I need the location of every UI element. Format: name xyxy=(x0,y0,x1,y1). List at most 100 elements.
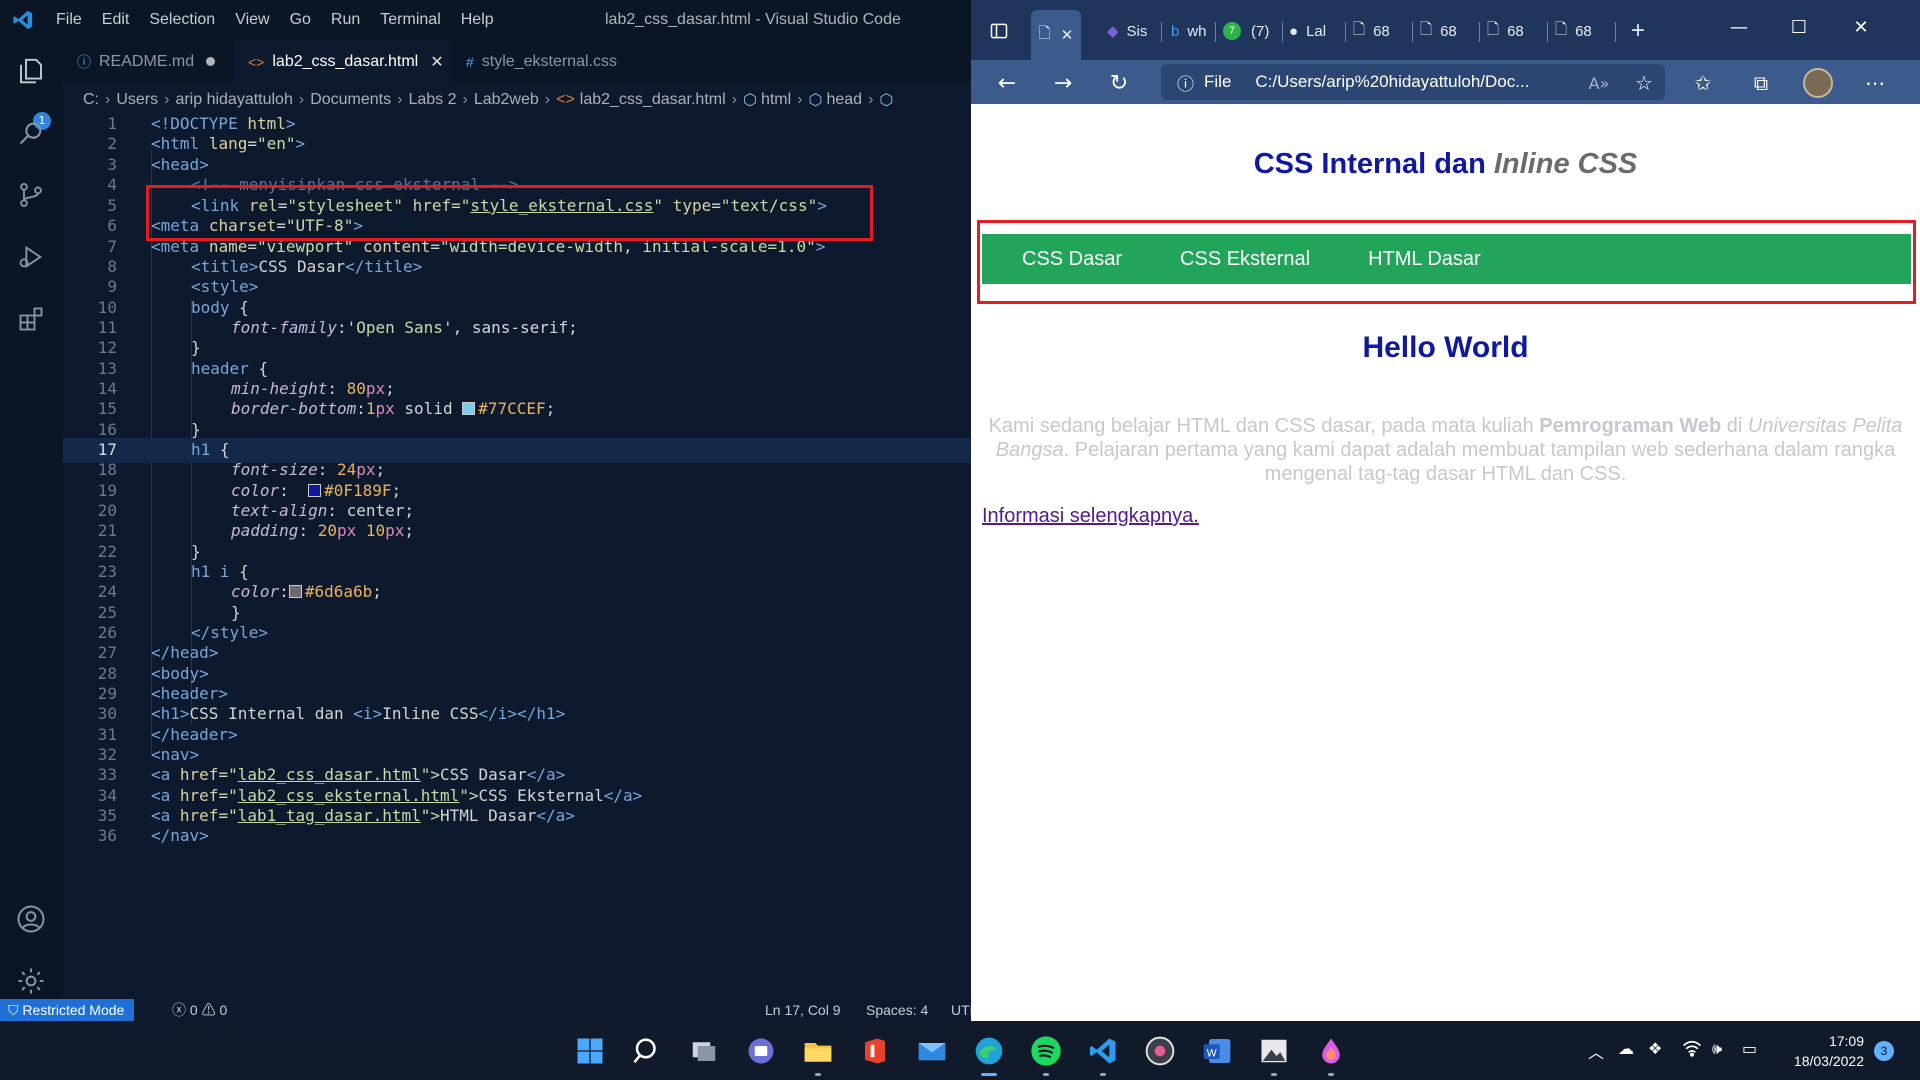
menu-run[interactable]: Run xyxy=(321,0,370,40)
svg-text:W: W xyxy=(1207,1047,1218,1059)
account-icon[interactable] xyxy=(12,900,50,938)
tab-separator xyxy=(1215,22,1216,42)
close-window-icon[interactable]: ✕ xyxy=(1833,0,1889,55)
onedrive-icon[interactable]: ☁ xyxy=(1618,1039,1634,1058)
breadcrumb-item[interactable]: Labs 2 xyxy=(408,91,456,109)
tab-github[interactable]: ● Lal xyxy=(1289,14,1343,48)
photos-icon[interactable] xyxy=(1254,1031,1294,1071)
maximize-icon[interactable]: ☐ xyxy=(1771,0,1827,55)
wifi-icon[interactable] xyxy=(1682,1039,1702,1061)
mail-icon[interactable] xyxy=(912,1031,952,1071)
profile-avatar[interactable] xyxy=(1800,66,1836,100)
more-menu-icon[interactable]: ⋯ xyxy=(1857,66,1893,100)
file-explorer-icon[interactable] xyxy=(798,1031,838,1071)
tab-sis[interactable]: ◆ Sis xyxy=(1107,14,1157,48)
symbol-icon: ⬡ xyxy=(808,92,823,109)
forward-arrow-icon[interactable]: → xyxy=(1045,66,1081,100)
tab-lab2-css-dasar[interactable]: <> lab2_css_dasar.html ✕ xyxy=(234,40,452,83)
search-icon[interactable] xyxy=(12,114,50,152)
html-file-icon: <> xyxy=(556,91,575,108)
whatsapp-icon: 7 xyxy=(1223,22,1241,40)
menu-terminal[interactable]: Terminal xyxy=(370,0,450,40)
more-info-link[interactable]: Informasi selengkapnya. xyxy=(982,505,1199,528)
add-favorite-icon[interactable]: ☆ xyxy=(1626,66,1662,100)
tab-readme[interactable]: ⓘ README.md xyxy=(63,40,234,83)
running-indicator xyxy=(1328,1073,1334,1076)
page-title: CSS Internal dan Inline CSS xyxy=(1253,148,1638,180)
office-icon[interactable] xyxy=(855,1031,895,1071)
teams-chat-icon[interactable] xyxy=(741,1031,781,1071)
clock[interactable]: 17:09 18/03/2022 xyxy=(1784,1031,1864,1071)
explorer-icon[interactable] xyxy=(12,52,50,90)
breadcrumb-item[interactable]: C: xyxy=(83,91,99,109)
menu-view[interactable]: View xyxy=(225,0,279,40)
page-heading: Hello World xyxy=(1362,331,1529,364)
media-player-icon[interactable] xyxy=(1140,1031,1180,1071)
windows-start-icon[interactable] xyxy=(570,1031,610,1071)
menu-go[interactable]: Go xyxy=(280,0,321,40)
notification-badge[interactable]: 3 xyxy=(1874,1041,1894,1061)
breadcrumb-item[interactable]: lab2_css_dasar.html xyxy=(580,91,726,109)
menu-file[interactable]: File xyxy=(46,0,92,40)
code-editor[interactable]: 1 <!DOCTYPE html> 2 <html lang="en"> 3 <hea… xyxy=(63,114,971,999)
color-swatch[interactable] xyxy=(462,402,476,415)
breadcrumb-item[interactable]: Documents xyxy=(310,91,391,109)
breadcrumb-item[interactable]: Users xyxy=(116,91,158,109)
tab-style-eksternal[interactable]: # style_eksternal.css xyxy=(452,40,642,83)
page-paragraph: Kami sedang belajar HTML dan CSS dasar, … xyxy=(988,415,1903,485)
close-icon[interactable]: ✕ xyxy=(1061,26,1074,44)
tab-page-68-c[interactable]: 🗋 68 xyxy=(1487,14,1539,48)
indentation[interactable]: Spaces: 4 xyxy=(866,999,928,1021)
running-indicator xyxy=(1271,1073,1277,1076)
dropbox-icon[interactable]: ❖ xyxy=(1648,1039,1662,1058)
favorites-icon[interactable]: ✩ xyxy=(1685,66,1721,100)
color-swatch[interactable] xyxy=(308,484,322,497)
tab-actions-icon[interactable] xyxy=(981,14,1017,48)
menu-selection[interactable]: Selection xyxy=(139,0,225,40)
minimize-icon[interactable]: — xyxy=(1711,0,1767,55)
battery-icon[interactable]: ▭ xyxy=(1742,1039,1757,1058)
encoding[interactable]: UTF xyxy=(951,999,971,1021)
refresh-icon[interactable]: ↻ xyxy=(1101,66,1137,100)
extensions-icon[interactable] xyxy=(12,300,50,338)
tab-label: lab2_css_dasar.html xyxy=(272,52,419,70)
tab-separator xyxy=(1615,22,1616,42)
vscode-taskbar-icon[interactable] xyxy=(1083,1031,1123,1071)
run-debug-icon[interactable] xyxy=(12,238,50,276)
tab-page-68-a[interactable]: 🗋 68 xyxy=(1353,14,1405,48)
chevron-right-icon: › xyxy=(797,91,803,108)
tab-whatsapp[interactable]: 7 (7) xyxy=(1223,14,1281,48)
tab-page-68-d[interactable]: 🗋 68 xyxy=(1555,14,1607,48)
problems-indicator[interactable]: ⓧ 0 ⚠ 0 xyxy=(172,999,227,1021)
tab-separator xyxy=(1412,22,1413,42)
edge-browser-icon[interactable] xyxy=(969,1031,1009,1071)
spotify-icon[interactable] xyxy=(1026,1031,1066,1071)
back-arrow-icon[interactable]: ← xyxy=(989,66,1025,100)
cursor-position[interactable]: Ln 17, Col 9 xyxy=(765,999,841,1021)
tab-active-page[interactable]: 🗋 ✕ xyxy=(1031,10,1081,60)
menu-edit[interactable]: Edit xyxy=(92,0,140,40)
chevron-up-icon[interactable]: ︿ xyxy=(1588,1039,1604,1063)
tab-separator xyxy=(1479,22,1480,42)
restricted-mode-indicator[interactable]: ⛉ Restricted Mode xyxy=(0,999,135,1021)
paint-icon[interactable] xyxy=(1311,1031,1351,1071)
volume-icon[interactable]: 🕪 xyxy=(1712,1039,1722,1059)
source-control-icon[interactable] xyxy=(12,176,50,214)
breadcrumb-item[interactable]: html xyxy=(761,91,791,109)
search-icon[interactable] xyxy=(627,1031,667,1071)
breadcrumb-item[interactable]: head xyxy=(826,91,862,109)
tab-page-68-b[interactable]: 🗋 68 xyxy=(1420,14,1472,48)
symbol-icon: ⬡ xyxy=(879,92,894,109)
new-tab-plus-icon[interactable]: + xyxy=(1621,14,1655,48)
color-swatch[interactable] xyxy=(288,585,302,598)
task-view-icon[interactable] xyxy=(684,1031,724,1071)
read-aloud-icon[interactable]: A» xyxy=(1581,66,1617,100)
menu-help[interactable]: Help xyxy=(451,0,504,40)
breadcrumb-item[interactable]: Lab2web xyxy=(474,91,539,109)
collections-icon[interactable]: ⧉ xyxy=(1743,66,1779,100)
word-icon[interactable]: W xyxy=(1197,1031,1237,1071)
breadcrumb-item[interactable]: arip hidayattuloh xyxy=(175,91,292,109)
settings-gear-icon[interactable] xyxy=(12,962,50,1000)
tab-bing[interactable]: b wh xyxy=(1171,14,1215,48)
close-icon[interactable]: ✕ xyxy=(430,52,443,72)
